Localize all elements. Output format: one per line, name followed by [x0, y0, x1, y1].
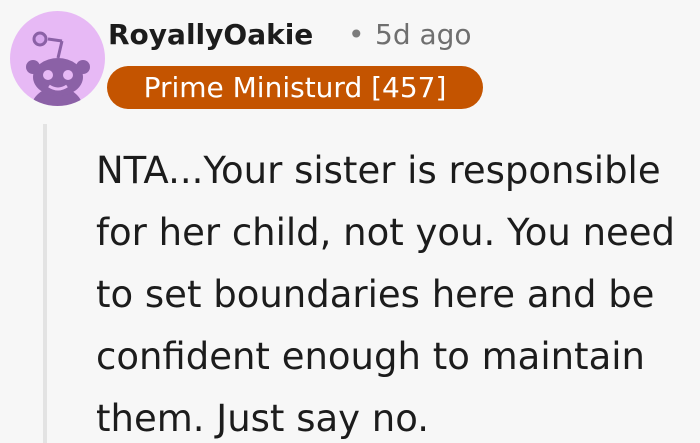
comment: RoyallyOakie • 5d ago Prime Ministurd [4… — [0, 0, 700, 443]
comment-timestamp[interactable]: 5d ago — [375, 16, 472, 54]
snoo-avatar-icon[interactable] — [10, 11, 105, 106]
thread-collapse-line[interactable] — [43, 124, 47, 443]
comment-body: NTA...Your sister is responsible for her… — [96, 140, 692, 443]
username-link[interactable]: RoyallyOakie — [108, 16, 313, 54]
comment-body-text: NTA...Your sister is responsible for her… — [96, 149, 676, 440]
user-flair-badge: Prime Ministurd [457] — [107, 66, 483, 109]
separator-dot: • — [348, 18, 365, 51]
